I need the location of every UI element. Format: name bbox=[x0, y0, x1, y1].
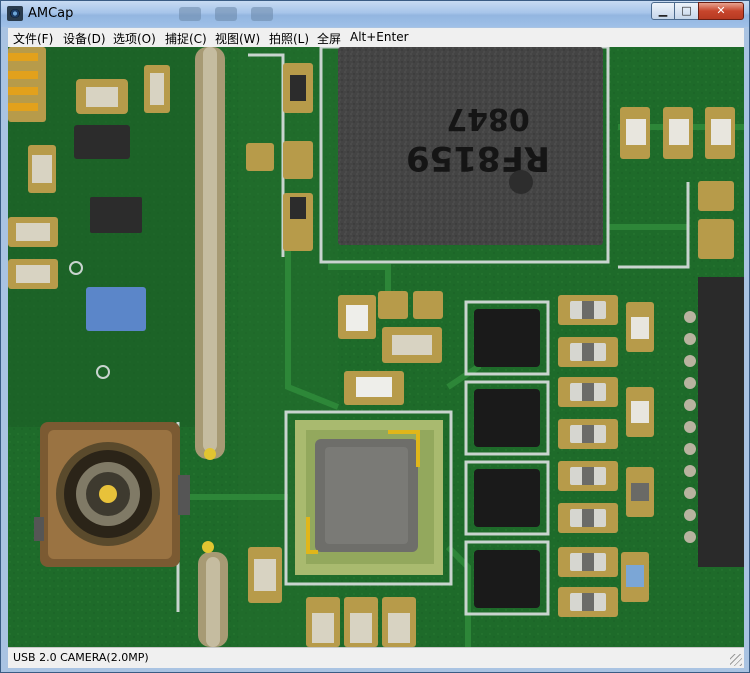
background-shortcut-icon bbox=[179, 7, 201, 21]
pcb-image: RF8159 0847 bbox=[8, 47, 744, 647]
window-title: AMCap bbox=[28, 6, 74, 21]
menu-file[interactable]: 文件(F) bbox=[13, 30, 53, 47]
chip-marking-line1: RF8159 bbox=[406, 138, 550, 178]
background-shortcut-icon bbox=[251, 7, 273, 21]
menu-device[interactable]: 设备(D) bbox=[63, 30, 106, 47]
menu-bar: 文件(F) 设备(D) 选项(O) 捕捉(C) 视图(W) 拍照(L) 全屏 A… bbox=[8, 28, 744, 47]
background-shortcut-icon bbox=[215, 7, 237, 21]
status-device-name: USB 2.0 CAMERA(2.0MP) bbox=[13, 651, 149, 664]
maximize-icon: □ bbox=[681, 4, 692, 17]
close-button[interactable]: ✕ bbox=[698, 2, 744, 20]
minimize-button[interactable]: ▁ bbox=[651, 2, 675, 20]
amcap-window: AMCap ▁ □ ✕ 文件(F) 设备(D) 选项(O) 捕捉(C) 视图(W… bbox=[0, 0, 750, 673]
menu-fullscreen[interactable]: 全屏 bbox=[317, 30, 341, 47]
menu-capture[interactable]: 捕捉(C) bbox=[165, 30, 207, 47]
chip-marking-line2: 0847 bbox=[446, 101, 530, 136]
close-icon: ✕ bbox=[716, 4, 726, 17]
resize-grip[interactable] bbox=[730, 654, 742, 666]
video-preview[interactable]: RF8159 0847 bbox=[8, 47, 744, 647]
menu-snapshot[interactable]: 拍照(L) bbox=[269, 30, 309, 47]
minimize-icon: ▁ bbox=[658, 4, 668, 17]
menu-options[interactable]: 选项(O) bbox=[113, 30, 156, 47]
webcam-icon[interactable] bbox=[7, 6, 23, 21]
title-bar[interactable]: AMCap ▁ □ ✕ bbox=[1, 1, 749, 27]
maximize-button[interactable]: □ bbox=[674, 2, 699, 20]
menu-view[interactable]: 视图(W) bbox=[215, 30, 260, 47]
menu-alt-enter-hint: Alt+Enter bbox=[350, 30, 409, 44]
status-bar: USB 2.0 CAMERA(2.0MP) bbox=[8, 647, 744, 668]
